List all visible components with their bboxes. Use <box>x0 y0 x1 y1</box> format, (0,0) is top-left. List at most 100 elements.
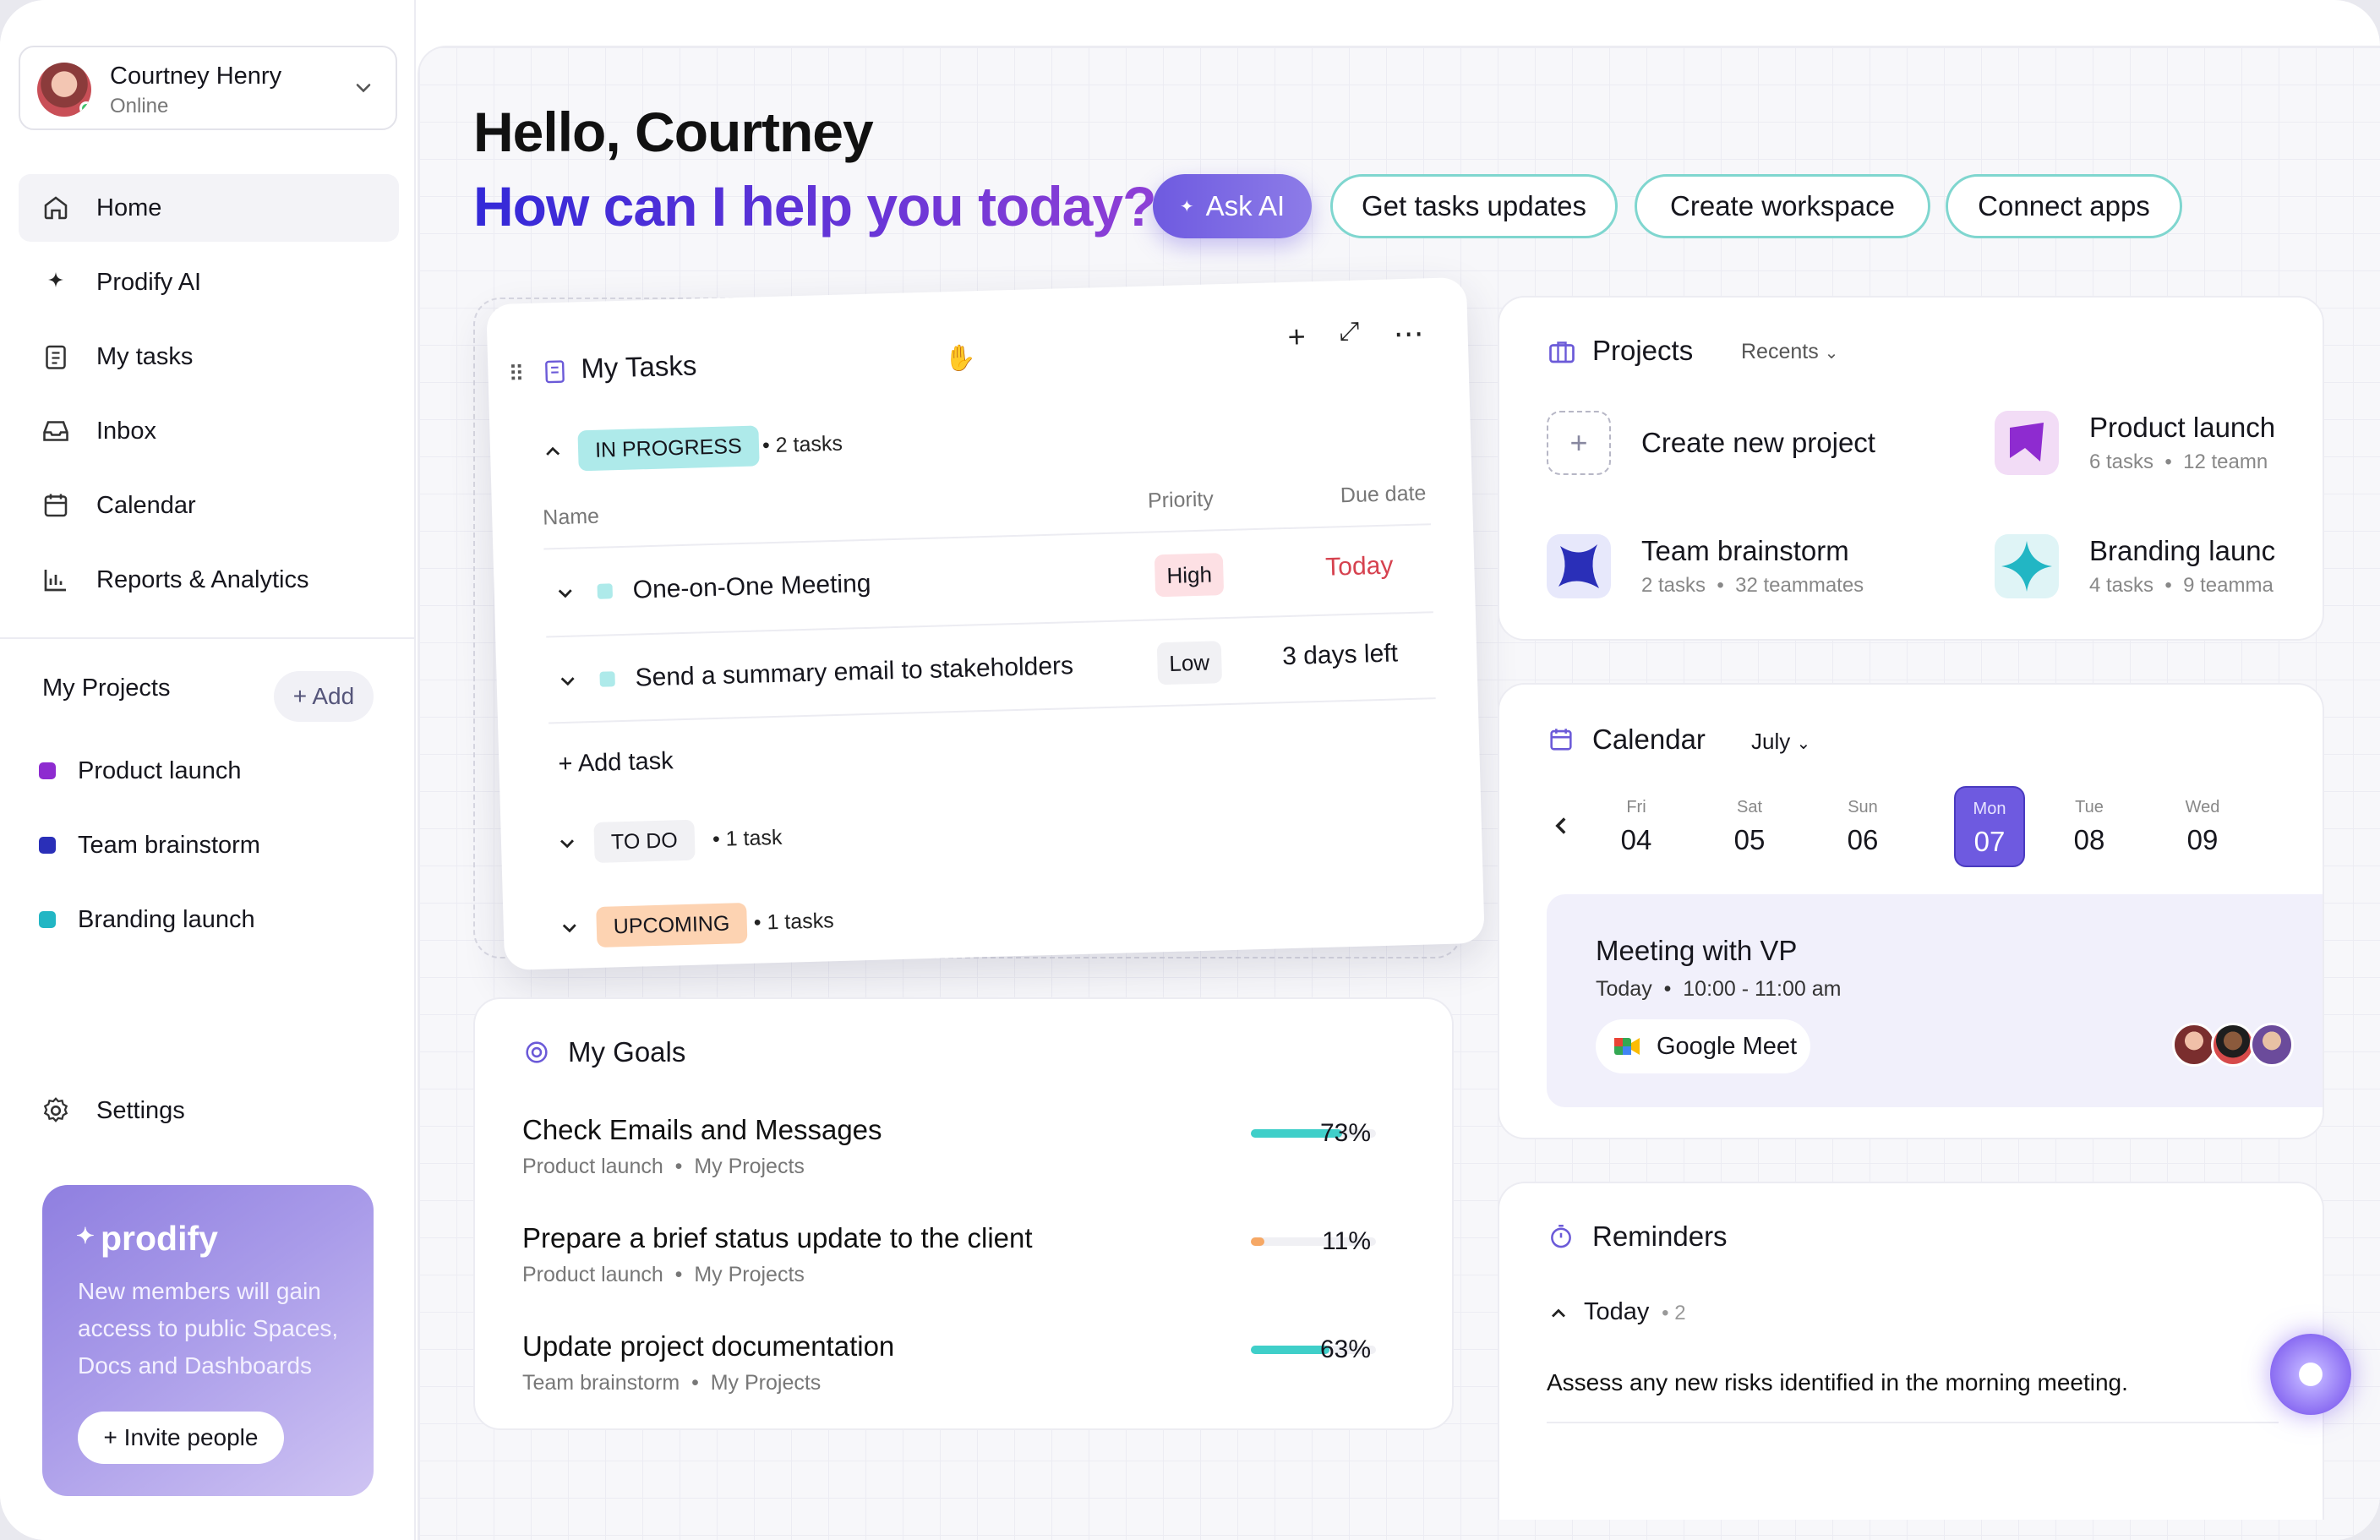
nav-label: Reports & Analytics <box>96 565 309 593</box>
projects-filter-dropdown[interactable]: Recents ⌄ <box>1741 340 1838 364</box>
clipboard-icon <box>46 345 66 369</box>
ask-ai-button[interactable]: ✦ Ask AI <box>1153 174 1312 238</box>
nav-item-my-tasks[interactable]: My tasks <box>19 323 399 390</box>
hand-cursor-icon: ✋ <box>943 344 977 374</box>
ai-assistant-button[interactable] <box>2270 1334 2351 1415</box>
project-color-dot <box>39 911 56 928</box>
chevron-down-icon[interactable] <box>553 581 577 605</box>
home-icon <box>44 196 68 220</box>
my-goals-title: My Goals <box>568 1036 686 1068</box>
month-dropdown[interactable]: July ⌄ <box>1751 729 1810 755</box>
nav-item-calendar[interactable]: Calendar <box>19 472 399 539</box>
project-card-team-brainstorm[interactable]: Team brainstorm 2 tasks • 32 teammates <box>1547 534 1864 598</box>
nav-item-inbox[interactable]: Inbox <box>19 397 399 465</box>
project-card-branding-launch[interactable]: Branding launc 4 tasks • 9 teamma <box>1995 534 2275 598</box>
status-badge-in-progress: IN PROGRESS <box>577 425 760 472</box>
project-item-branding-launch[interactable]: Branding launch <box>39 882 260 957</box>
more-icon[interactable]: ⋯ <box>1393 315 1424 352</box>
project-color-dot <box>39 762 56 779</box>
project-item-product-launch[interactable]: Product launch <box>39 734 260 808</box>
chevron-down-icon[interactable] <box>557 915 581 940</box>
avatar <box>37 63 91 117</box>
promo-card: ✦ prodify New members will gain access t… <box>42 1185 374 1496</box>
nav-item-reports[interactable]: Reports & Analytics <box>19 546 399 614</box>
project-logo <box>1547 534 1611 598</box>
task-name: Send a summary email to stakeholders <box>635 652 1074 692</box>
connect-apps-button[interactable]: Connect apps <box>1946 174 2182 238</box>
goal-item[interactable]: Check Emails and Messages Product launch… <box>522 1114 1418 1179</box>
goal-percent: 11% <box>1322 1227 1371 1255</box>
goal-meta: Product launch • My Projects <box>522 1155 805 1178</box>
my-goals-card: My Goals Check Emails and Messages Produ… <box>473 997 1454 1430</box>
section-count: • 2 tasks <box>761 431 843 458</box>
nav-item-settings[interactable]: Settings <box>41 1095 185 1126</box>
chevron-up-icon[interactable] <box>1547 1302 1570 1325</box>
create-project-button[interactable]: + Create new project <box>1547 411 1875 475</box>
priority-badge: High <box>1154 553 1225 598</box>
user-status: Online <box>110 95 169 117</box>
calendar-day[interactable]: Sat 05 <box>1714 786 1785 867</box>
my-tasks-card[interactable]: ⠿ My Tasks + ⤢ ⋯ ✋ IN PROGRESS • 2 tasks… <box>486 276 1485 971</box>
get-tasks-updates-button[interactable]: Get tasks updates <box>1330 174 1618 238</box>
calendar-day[interactable]: Wed 09 <box>2167 786 2238 867</box>
expand-icon[interactable]: ⤢ <box>1339 318 1360 354</box>
calendar-day[interactable]: Sun 06 <box>1827 786 1898 867</box>
drag-handle-icon[interactable]: ⠿ <box>508 361 523 387</box>
avatar <box>2211 1023 2255 1067</box>
meeting-card[interactable]: Meeting with VP Today • 10:00 - 11:00 am… <box>1547 894 2323 1107</box>
progress-fill <box>1251 1346 1330 1354</box>
create-workspace-button[interactable]: Create workspace <box>1635 174 1930 238</box>
add-task-button[interactable]: + Add task <box>558 747 674 778</box>
project-meta: 4 tasks • 9 teamma <box>2089 574 2274 597</box>
divider <box>0 637 416 639</box>
nav-item-home[interactable]: Home <box>19 174 399 242</box>
goal-item[interactable]: Update project documentation Team brains… <box>522 1330 1418 1395</box>
chevron-left-icon[interactable] <box>1547 811 1575 840</box>
app-window: Courtney Henry Online Home Prodify AI My… <box>0 0 2380 1540</box>
goal-item[interactable]: Prepare a brief status update to the cli… <box>522 1222 1418 1287</box>
calendar-card: Calendar July ⌄ Fri 04 Sat 05 Sun 06 Mon 07 … <box>1498 683 2324 1139</box>
user-switcher[interactable]: Courtney Henry Online <box>19 46 397 130</box>
main-nav: Home Prodify AI My tasks Inbox Calendar … <box>19 174 399 620</box>
column-header-priority: Priority <box>1147 487 1215 513</box>
progress-fill <box>1251 1237 1265 1246</box>
chevron-down-icon[interactable] <box>555 669 580 693</box>
add-project-button[interactable]: + Add <box>274 671 374 722</box>
invite-people-button[interactable]: + Invite people <box>78 1412 284 1464</box>
column-header-name: Name <box>542 504 600 530</box>
target-icon <box>526 1041 548 1063</box>
project-label: Team brainstorm <box>78 831 260 859</box>
prodify-logo: ✦ prodify <box>76 1219 218 1258</box>
calendar-day-selected[interactable]: Mon 07 <box>1954 786 2025 867</box>
project-item-team-brainstorm[interactable]: Team brainstorm <box>39 808 260 882</box>
nav-item-prodify-ai[interactable]: Prodify AI <box>19 248 399 316</box>
column-header-due: Due date <box>1340 481 1427 508</box>
gear-icon <box>43 1097 68 1122</box>
plus-icon[interactable]: + <box>1287 319 1306 355</box>
chevron-down-icon[interactable] <box>352 76 375 100</box>
calendar-day[interactable]: Tue 08 <box>2054 786 2125 867</box>
greeting-subtitle: How can I help you today? <box>473 175 1156 238</box>
project-card-product-launch[interactable]: Product launch 6 tasks • 12 teamn <box>1995 411 2275 475</box>
calendar-icon <box>44 494 68 517</box>
calendar-title: Calendar <box>1592 724 1706 755</box>
nav-label: Calendar <box>96 491 196 519</box>
project-meta: 6 tasks • 12 teamn <box>2089 451 2268 473</box>
nav-label: Prodify AI <box>96 268 202 296</box>
clipboard-icon <box>545 360 565 384</box>
avatar <box>2250 1023 2294 1067</box>
meeting-time: Today • 10:00 - 11:00 am <box>1596 977 1842 1001</box>
reminder-item[interactable]: Assess any new risks identified in the m… <box>1547 1369 2128 1396</box>
goal-meta: Team brainstorm • My Projects <box>522 1371 822 1395</box>
chevron-down-icon: ⌄ <box>1824 344 1839 363</box>
chevron-down-icon[interactable] <box>555 832 580 856</box>
promo-text: New members will gain access to public S… <box>78 1278 339 1379</box>
google-meet-icon <box>1614 1038 1640 1055</box>
my-projects-heading: My Projects <box>42 674 171 702</box>
briefcase-icon <box>1549 341 1575 363</box>
greeting-title: Hello, Courtney <box>473 101 874 163</box>
chevron-up-icon[interactable] <box>541 440 565 464</box>
nav-label: Home <box>96 194 162 221</box>
google-meet-button[interactable]: Google Meet <box>1596 1019 1810 1073</box>
calendar-day[interactable]: Fri 04 <box>1601 786 1672 867</box>
